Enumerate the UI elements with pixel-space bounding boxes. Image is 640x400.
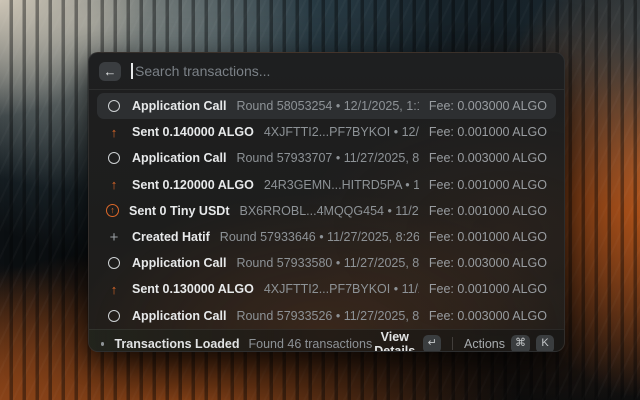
transaction-row[interactable]: Application Call Round 57933526 • 11/27/…	[97, 303, 556, 329]
status-dot-icon	[101, 342, 104, 346]
arrow-up-icon: ↑	[106, 124, 122, 140]
circle-outline-icon	[106, 150, 122, 166]
k-key-icon: K	[536, 335, 554, 352]
transaction-meta: Round 57933580 • 11/27/2025, 8:23:43 PM	[236, 256, 418, 270]
transaction-title: Application Call	[132, 309, 226, 323]
background: { "palette_colors": { "accent_orange": "…	[0, 0, 640, 400]
status-detail: Found 46 transactions	[249, 337, 373, 351]
transaction-title: Application Call	[132, 256, 226, 270]
transaction-row[interactable]: ↑ Sent 0.120000 ALGO 24R3GEMN...HITRD5PA…	[97, 172, 556, 198]
circle-outline-icon	[106, 308, 122, 324]
arrow-up-icon: ↑	[106, 281, 122, 297]
transaction-row[interactable]: Application Call Round 58053254 • 12/1/2…	[97, 93, 556, 119]
transaction-meta: 4XJFTTI2...PF7BYKOI • 12/1/2025, 1:17:59…	[264, 125, 419, 139]
transaction-title: Sent 0 Tiny USDt	[129, 204, 229, 218]
transaction-list: Application Call Round 58053254 • 12/1/2…	[89, 90, 564, 329]
cmd-key-icon: ⌘	[511, 335, 530, 352]
transaction-title: Application Call	[132, 99, 226, 113]
transaction-meta: 24R3GEMN...HITRD5PA • 11/27/2025, 8:29:2…	[264, 178, 419, 192]
view-details-button[interactable]: View Details ↵	[372, 330, 441, 352]
actions-label: Actions	[464, 337, 505, 351]
search-field-wrap	[131, 63, 552, 79]
enter-key-icon: ↵	[423, 335, 441, 352]
transaction-fee: Fee: 0.003000 ALGO	[429, 256, 547, 270]
transaction-meta: Round 57933707 • 11/27/2025, 8:29:22 PM	[236, 151, 418, 165]
circle-outline-icon	[106, 98, 122, 114]
footer-divider	[452, 337, 453, 350]
command-palette: ← Application Call Round 58053254 • 12/1…	[88, 52, 565, 352]
transaction-title: Created Hatif	[132, 230, 210, 244]
arrow-left-icon: ←	[104, 65, 117, 78]
transaction-fee: Fee: 0.001000 ALGO	[429, 178, 547, 192]
status-bar: Transactions Loaded Found 46 transaction…	[89, 329, 564, 352]
transaction-title: Sent 0.120000 ALGO	[132, 178, 254, 192]
transaction-fee: Fee: 0.003000 ALGO	[429, 99, 547, 113]
transaction-meta: Round 57933646 • 11/27/2025, 8:26:39 PM	[220, 230, 419, 244]
view-details-label: View Details	[372, 330, 417, 352]
status-title: Transactions Loaded	[114, 337, 239, 351]
transaction-fee: Fee: 0.001000 ALGO	[429, 282, 547, 296]
transaction-title: Application Call	[132, 151, 226, 165]
text-caret	[131, 63, 133, 79]
arrow-up-icon: ↑	[106, 177, 122, 193]
transaction-fee: Fee: 0.001000 ALGO	[429, 230, 547, 244]
search-bar: ←	[89, 53, 564, 90]
transaction-fee: Fee: 0.001000 ALGO	[429, 204, 547, 218]
transaction-meta: Round 58053254 • 12/1/2025, 1:17:59 PM	[236, 99, 418, 113]
arrow-up-circle-icon: ↑	[106, 204, 119, 217]
transaction-meta: BX6RROBL...4MQQG454 • 11/27/2025, 8:29:1…	[239, 204, 418, 218]
back-button[interactable]: ←	[99, 62, 121, 81]
transaction-row[interactable]: ↑ Sent 0.130000 ALGO 4XJFTTI2...PF7BYKOI…	[97, 276, 556, 302]
transaction-row[interactable]: ↑ Sent 0.140000 ALGO 4XJFTTI2...PF7BYKOI…	[97, 119, 556, 145]
actions-button[interactable]: Actions ⌘ K	[464, 335, 554, 352]
transaction-row[interactable]: ↑ Sent 0 Tiny USDt BX6RROBL...4MQQG454 •…	[97, 198, 556, 224]
transaction-fee: Fee: 0.001000 ALGO	[429, 125, 547, 139]
transaction-fee: Fee: 0.003000 ALGO	[429, 309, 547, 323]
transaction-fee: Fee: 0.003000 ALGO	[429, 151, 547, 165]
transaction-title: Sent 0.140000 ALGO	[132, 125, 254, 139]
transaction-row[interactable]: Application Call Round 57933580 • 11/27/…	[97, 250, 556, 276]
circle-outline-icon	[106, 255, 122, 271]
footer-actions: View Details ↵ Actions ⌘ K	[372, 330, 554, 352]
transaction-row[interactable]: Application Call Round 57933707 • 11/27/…	[97, 145, 556, 171]
transaction-meta: 4XJFTTI2...PF7BYKOI • 11/27/2025, 8:23:4…	[264, 282, 419, 296]
transaction-row[interactable]: + Created Hatif Round 57933646 • 11/27/2…	[97, 224, 556, 250]
transaction-title: Sent 0.130000 ALGO	[132, 282, 254, 296]
plus-icon: +	[106, 229, 122, 245]
transaction-meta: Round 57933526 • 11/27/2025, 8:21:20 PM	[236, 309, 418, 323]
search-input[interactable]	[131, 63, 552, 79]
